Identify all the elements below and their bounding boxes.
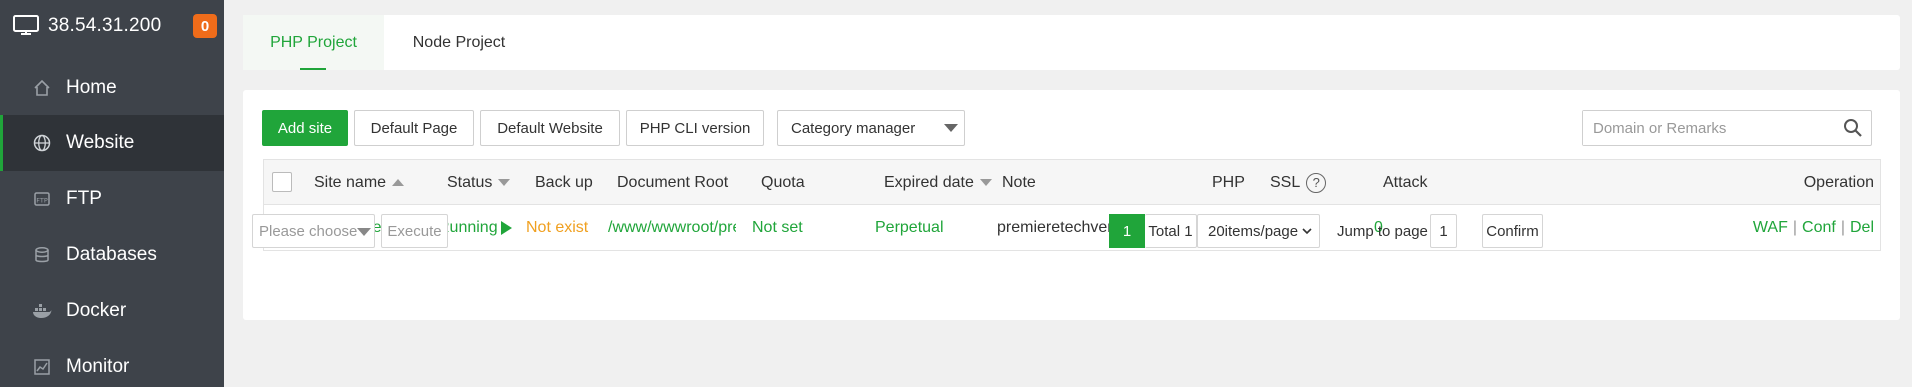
sidebar-item-label: Docker <box>66 300 127 321</box>
sidebar-item-label: Home <box>66 77 117 98</box>
chevron-down-icon <box>1301 224 1313 241</box>
sort-desc-icon <box>979 179 992 186</box>
ftp-icon: FTP <box>32 189 52 209</box>
globe-icon <box>32 133 52 153</box>
per-page-value: 20items/page <box>1208 222 1299 240</box>
home-icon <box>32 78 52 98</box>
help-icon[interactable]: ? <box>1306 172 1327 193</box>
monitor-chart-icon <box>32 357 52 377</box>
sidebar-item-website[interactable]: Website <box>0 115 224 171</box>
col-note: Note <box>1002 173 1036 191</box>
sidebar-item-label: Monitor <box>66 356 130 377</box>
table-header: Site name Status Back up Document Root Q… <box>264 160 1880 205</box>
sort-asc-icon <box>392 179 405 186</box>
execute-button[interactable]: Execute <box>381 214 448 248</box>
search-box <box>1582 110 1872 146</box>
waf-link[interactable]: WAF <box>1753 219 1788 237</box>
default-website-button[interactable]: Default Website <box>480 110 620 146</box>
col-backup: Back up <box>535 173 593 191</box>
expired-date-link[interactable]: Perpetual <box>875 205 975 250</box>
sort-desc-icon <box>498 179 511 186</box>
default-page-button[interactable]: Default Page <box>354 110 474 146</box>
col-site-name[interactable]: Site name <box>314 160 444 205</box>
document-root-link[interactable]: /www/wwwroot/prem <box>608 205 736 250</box>
col-php: PHP <box>1212 173 1245 191</box>
docker-icon <box>32 301 52 321</box>
separator: | <box>1840 218 1845 236</box>
backup-link[interactable]: Not exist <box>526 205 606 250</box>
database-icon <box>32 245 52 265</box>
confirm-button[interactable]: Confirm <box>1482 214 1543 248</box>
monitor-icon <box>12 14 40 38</box>
jump-to-page-label: Jump to page <box>1337 222 1428 240</box>
sites-table: Site name Status Back up Document Root Q… <box>263 159 1881 251</box>
chevron-down-icon <box>357 228 371 236</box>
sidebar-item-home[interactable]: Home <box>0 60 224 116</box>
sidebar-item-databases[interactable]: Databases <box>0 227 224 283</box>
page-number-current[interactable]: 1 <box>1109 214 1145 248</box>
batch-action-placeholder: Please choose <box>259 222 358 240</box>
sidebar-item-label: Databases <box>66 244 157 265</box>
del-link[interactable]: Del <box>1850 219 1874 237</box>
col-ssl-label: SSL <box>1270 173 1301 191</box>
operations: WAF | Conf | Del <box>1724 205 1874 250</box>
sidebar-item-label: Website <box>66 132 135 153</box>
col-document-root: Document Root <box>617 173 729 191</box>
jump-page-input[interactable]: 1 <box>1430 214 1457 248</box>
col-ssl: SSL ? <box>1270 160 1330 205</box>
col-status-label: Status <box>447 173 493 191</box>
server-ip: 38.54.31.200 <box>48 15 162 36</box>
sidebar-item-monitor[interactable]: Monitor <box>0 339 224 387</box>
col-expired-date[interactable]: Expired date <box>884 160 994 205</box>
col-quota: Quota <box>761 173 805 191</box>
server-header: 38.54.31.200 <box>0 0 224 52</box>
col-attack: Attack <box>1383 173 1428 191</box>
col-operation: Operation <box>1803 173 1874 191</box>
select-all-checkbox[interactable] <box>272 172 292 192</box>
play-icon <box>500 220 512 235</box>
category-manager-dropdown[interactable]: Category manager <box>777 110 965 146</box>
php-cli-version-button[interactable]: PHP CLI version <box>626 110 764 146</box>
site-list-panel: Add site Default Page Default Website PH… <box>243 90 1900 320</box>
col-site-name-label: Site name <box>314 173 387 191</box>
sidebar-item-label: FTP <box>66 188 102 209</box>
search-icon[interactable] <box>1843 118 1863 138</box>
tab-php-project[interactable]: PHP Project <box>243 15 384 70</box>
total-count: Total 1 <box>1145 214 1197 248</box>
sidebar-item-docker[interactable]: Docker <box>0 283 224 339</box>
col-expired-date-label: Expired date <box>884 173 974 191</box>
per-page-select[interactable]: 20items/page <box>1197 214 1320 248</box>
batch-action-select[interactable]: Please choose <box>252 214 375 248</box>
sidebar: 38.54.31.200 0 Home Website FTP FTP Data… <box>0 0 224 387</box>
table-row: premieretechverse.c Running Not exist /w… <box>264 205 1880 250</box>
svg-text:FTP: FTP <box>36 197 48 205</box>
conf-link[interactable]: Conf <box>1802 219 1836 237</box>
separator: | <box>1792 218 1798 236</box>
col-status[interactable]: Status <box>447 160 527 205</box>
search-input[interactable] <box>1583 111 1833 145</box>
tab-node-project[interactable]: Node Project <box>384 15 534 70</box>
project-tabs: PHP Project Node Project <box>243 15 1900 70</box>
status-toggle[interactable]: Running <box>438 205 518 250</box>
quota-link[interactable]: Not set <box>752 205 832 250</box>
sidebar-item-ftp[interactable]: FTP FTP <box>0 171 224 227</box>
chevron-down-icon <box>944 124 958 132</box>
notification-badge[interactable]: 0 <box>193 14 217 38</box>
category-manager-label: Category manager <box>791 119 916 137</box>
add-site-button[interactable]: Add site <box>262 110 348 146</box>
